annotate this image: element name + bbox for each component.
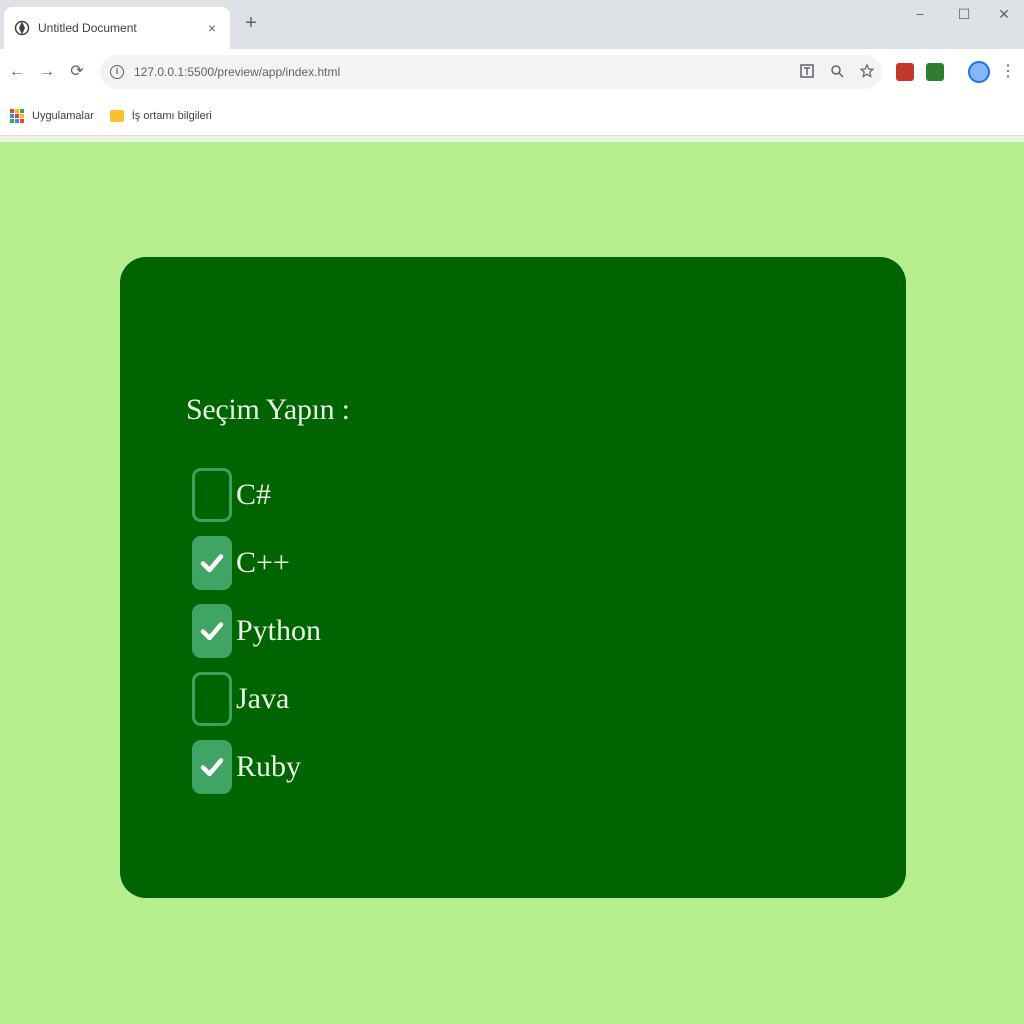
folder-icon: [109, 109, 124, 122]
browser-toolbar: ← → ⟳ i 127.0.0.1:5500/preview/app/index…: [0, 49, 1024, 96]
apps-grid-icon: [10, 108, 24, 123]
browser-menu-icon[interactable]: ⋮: [1000, 60, 1016, 84]
option-label: C++: [236, 546, 290, 579]
option-label: Python: [236, 614, 322, 647]
checkmark-icon: [200, 622, 224, 641]
tab-close-icon[interactable]: ×: [204, 20, 220, 36]
checkbox[interactable]: [192, 468, 232, 522]
tab-title: Untitled Document: [38, 21, 137, 35]
form-heading: Seçim Yapın :: [186, 393, 350, 426]
address-url: 127.0.0.1:5500/preview/app/index.html: [134, 65, 341, 79]
translate-icon[interactable]: [792, 63, 822, 81]
checkmark-icon: [200, 554, 224, 573]
reload-button[interactable]: ⟳: [66, 60, 88, 84]
extension-icon-1[interactable]: [896, 63, 914, 81]
close-window-button[interactable]: ✕: [984, 2, 1024, 26]
profile-avatar-icon[interactable]: [968, 61, 990, 83]
option-ruby[interactable]: Ruby: [192, 739, 301, 795]
forward-button[interactable]: →: [36, 60, 58, 84]
back-button[interactable]: ←: [6, 60, 28, 84]
option-java[interactable]: Java: [192, 671, 289, 727]
option-python[interactable]: Python: [192, 603, 321, 659]
checkbox[interactable]: [192, 740, 232, 794]
minimize-button[interactable]: −: [900, 2, 940, 26]
bookmarks-bar: Uygulamalar İş ortamı bilgileri: [0, 96, 1024, 136]
option-cpp[interactable]: C++: [192, 535, 290, 591]
checkbox[interactable]: [192, 672, 232, 726]
browser-tab-strip: Untitled Document × + − ☐ ✕: [0, 0, 1024, 49]
option-label: C#: [236, 478, 272, 511]
option-csharp[interactable]: C#: [192, 467, 271, 523]
bookmark-star-icon[interactable]: [852, 63, 882, 81]
option-label: Ruby: [236, 750, 302, 783]
page-top-edge: [0, 136, 1024, 142]
address-bar[interactable]: i 127.0.0.1:5500/preview/app/index.html: [100, 55, 882, 89]
new-tab-button[interactable]: +: [240, 12, 262, 34]
globe-icon: [14, 20, 30, 36]
browser-tab[interactable]: Untitled Document ×: [4, 7, 230, 49]
bookmark-label: Uygulamalar: [32, 109, 94, 122]
zoom-icon[interactable]: [822, 64, 852, 81]
bookmark-folder[interactable]: İş ortamı bilgileri: [109, 109, 212, 122]
checkmark-icon: [200, 758, 224, 777]
site-info-icon[interactable]: i: [110, 65, 124, 79]
option-label: Java: [236, 682, 290, 715]
bookmark-apps[interactable]: Uygulamalar: [10, 108, 94, 123]
selection-card: Seçim Yapın : C# C++ Python Java Ruby: [120, 257, 906, 898]
checkbox[interactable]: [192, 604, 232, 658]
checkbox[interactable]: [192, 536, 232, 590]
maximize-button[interactable]: ☐: [944, 2, 984, 26]
extension-icon-2[interactable]: [926, 63, 944, 81]
bookmark-label: İş ortamı bilgileri: [131, 109, 212, 122]
